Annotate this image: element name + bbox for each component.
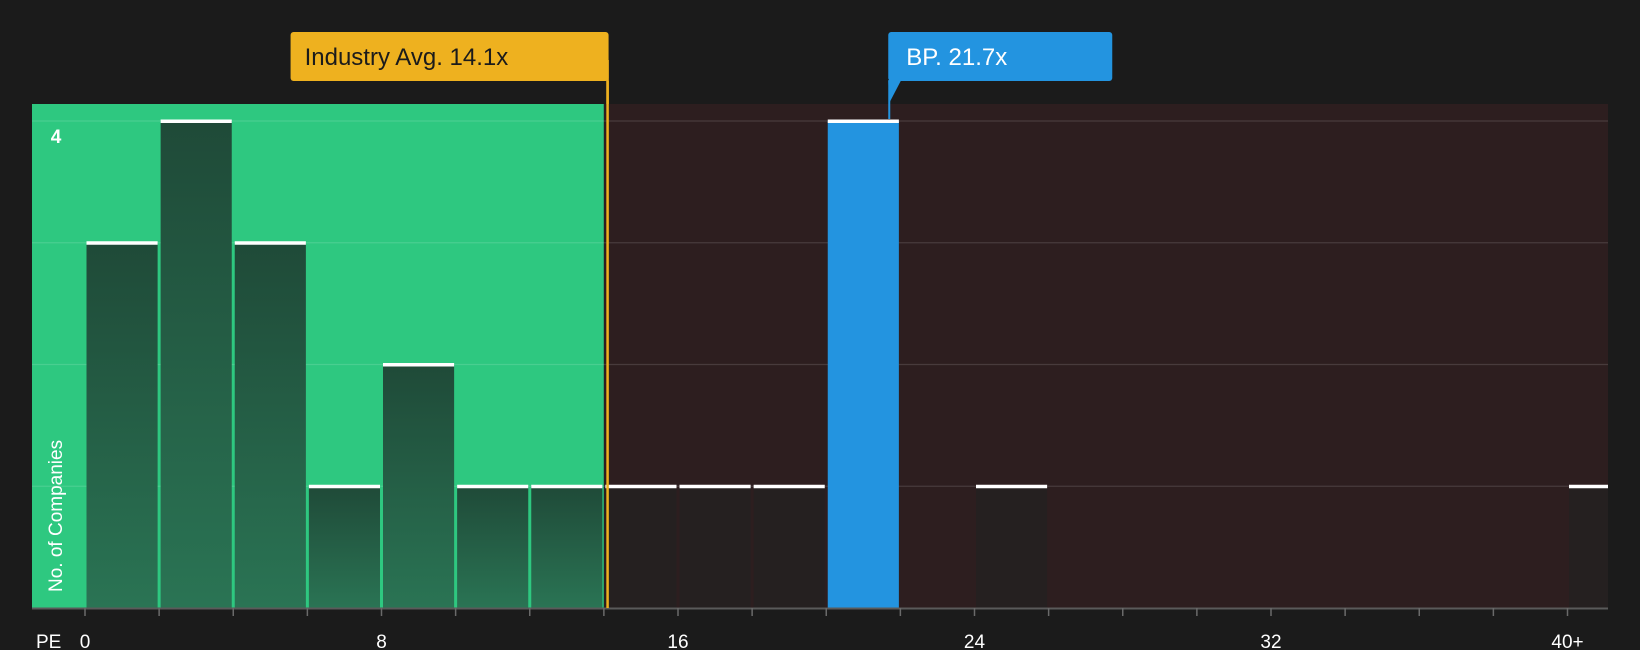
histogram-bar: [827, 121, 899, 608]
histogram-bar: [531, 486, 603, 608]
x-tick-label: 32: [1260, 632, 1281, 650]
histogram-bar: [679, 486, 751, 608]
y-tick-label: 4: [51, 127, 62, 148]
histogram-bar-cap: [160, 119, 232, 123]
x-tick-label: 24: [964, 632, 986, 650]
histogram-bar-cap: [86, 241, 158, 245]
histogram-bar-cap: [976, 484, 1048, 489]
industry-average-label: Industry Avg. 14.1x: [305, 44, 509, 71]
x-tick-label: 0: [80, 632, 91, 650]
pe-distribution-chart: 0 8 16 24 32 40+ Industry Avg. 14.1x BP. 21.7…: [0, 0, 1640, 650]
company-pe-label: BP. 21.7x: [906, 44, 1007, 71]
histogram-bar-cap: [457, 484, 529, 489]
industry-average-callout: Industry Avg. 14.1x: [290, 32, 609, 104]
histogram-bar-cap: [308, 484, 380, 489]
histogram-bar: [1569, 486, 1608, 608]
histogram-bar-cap: [827, 119, 899, 123]
y-axis-label: No. of Companies: [46, 440, 67, 592]
chart-svg: 0 8 16 24 32 40+ Industry Avg. 14.1x BP. 21.7…: [32, 32, 1608, 650]
x-tick-label: 16: [667, 632, 688, 650]
histogram-bar-cap: [383, 363, 455, 367]
histogram-bar: [308, 486, 380, 608]
histogram-bar: [976, 486, 1048, 608]
histogram-bar: [86, 242, 158, 608]
histogram-bar: [160, 121, 232, 608]
histogram-bar: [605, 486, 677, 608]
histogram-bar-cap: [679, 484, 751, 489]
histogram-bar-cap: [531, 484, 603, 489]
x-tick-label: 8: [376, 632, 387, 650]
histogram-bar-cap: [1569, 484, 1608, 489]
histogram-bar: [234, 242, 306, 608]
histogram-bar-cap: [605, 484, 677, 489]
histogram-bar-cap: [234, 241, 306, 245]
histogram-bar: [753, 486, 825, 608]
x-tick-label: 40+: [1551, 632, 1583, 650]
histogram-bar-cap: [753, 484, 825, 489]
x-axis-ticks: 0 8 16 24 32 40+: [80, 608, 1584, 650]
x-axis-label: PE: [36, 632, 61, 650]
histogram-bar: [383, 364, 455, 608]
histogram-bar: [457, 486, 529, 608]
